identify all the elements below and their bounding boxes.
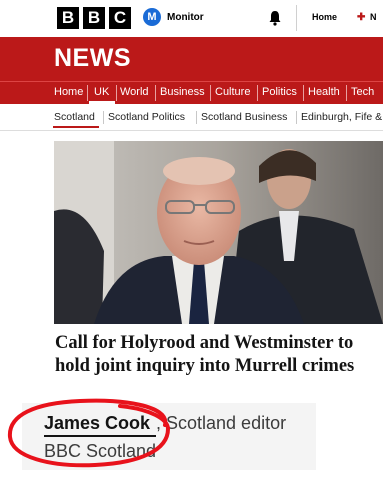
nav-separator (303, 85, 304, 101)
monitor-icon: M (143, 8, 161, 26)
subnav-separator (196, 111, 197, 124)
monitor-label: Monitor (167, 11, 204, 23)
subnav-item-scotland-business[interactable]: Scotland Business (201, 111, 287, 123)
nav-item-politics[interactable]: Politics (262, 86, 297, 98)
logo-letter: B (57, 7, 79, 29)
main-nav: Home UK World Business Culture Politics … (0, 81, 383, 104)
nav-separator (116, 85, 117, 101)
author-role: , Scotland editor (156, 413, 287, 433)
bell-icon[interactable] (268, 10, 282, 26)
article-photo (54, 141, 383, 324)
nav-item-culture[interactable]: Culture (215, 86, 250, 98)
subnav-separator (103, 111, 104, 124)
sub-nav: Scotland Scotland Politics Scotland Busi… (0, 105, 383, 131)
monitor-link[interactable]: M Monitor (143, 8, 204, 26)
subnav-item-edinburgh[interactable]: Edinburgh, Fife & (301, 111, 382, 123)
header-divider (296, 5, 297, 31)
author-underline (44, 435, 156, 437)
home-link[interactable]: Home (312, 12, 337, 22)
nav-item-business[interactable]: Business (160, 86, 205, 98)
nav-separator (155, 85, 156, 101)
author-organisation: BBC Scotland (44, 441, 157, 461)
nav-separator (346, 85, 347, 101)
news-link[interactable]: N (370, 12, 377, 22)
subnav-item-scotland-politics[interactable]: Scotland Politics (108, 111, 185, 123)
logo-letter: B (83, 7, 105, 29)
nav-item-health[interactable]: Health (308, 86, 340, 98)
nav-separator (257, 85, 258, 101)
bbc-logo[interactable]: B B C (57, 7, 131, 29)
subnav-active-indicator (53, 126, 99, 128)
subnav-separator (296, 111, 297, 124)
nav-item-home[interactable]: Home (54, 86, 83, 98)
nav-active-indicator (89, 101, 115, 104)
top-bar: B B C M Monitor Home ✚ N (0, 0, 383, 37)
news-banner: NEWS (0, 37, 383, 81)
nav-item-uk[interactable]: UK (94, 86, 109, 98)
news-icon: ✚ (357, 12, 366, 23)
nav-separator (87, 85, 88, 101)
logo-letter: C (109, 7, 131, 29)
article-headline[interactable]: Call for Holyrood and Westminster to hol… (55, 332, 380, 378)
nav-separator (210, 85, 211, 101)
nav-item-tech[interactable]: Tech (351, 86, 374, 98)
news-title[interactable]: NEWS (54, 44, 131, 73)
author-name[interactable]: James Cook (44, 413, 150, 434)
nav-item-world[interactable]: World (120, 86, 149, 98)
subnav-item-scotland[interactable]: Scotland (54, 111, 95, 123)
